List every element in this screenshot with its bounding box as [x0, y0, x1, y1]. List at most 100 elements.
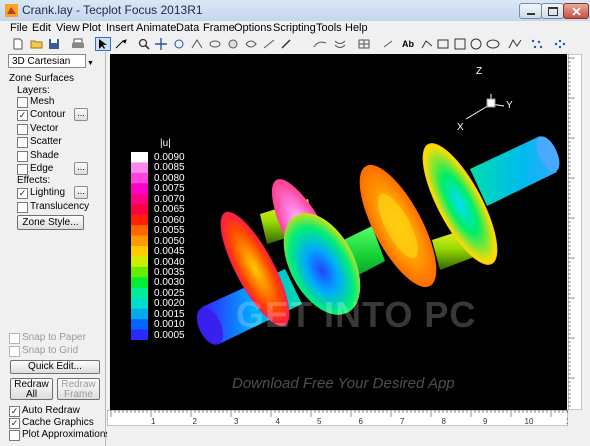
menu-help[interactable]: Help: [345, 22, 368, 34]
legend-level-label: 0.0030: [154, 277, 185, 289]
checkbox-box[interactable]: [17, 164, 28, 175]
checkbox-box[interactable]: [9, 333, 20, 344]
zoom-tool-button[interactable]: [137, 38, 151, 50]
checkbox-box[interactable]: [17, 97, 28, 108]
roller-ball-button[interactable]: [226, 38, 240, 50]
legend-level-label: 0.0040: [154, 256, 185, 268]
checkbox-label: Mesh: [30, 96, 55, 107]
layers-label: Layers:: [17, 85, 50, 96]
menu-view[interactable]: View: [56, 22, 80, 34]
legend-color-swatch: [131, 256, 148, 268]
probe-tool-button[interactable]: [280, 38, 294, 50]
slice-tool-button[interactable]: [262, 38, 276, 50]
spherical-rotate-icon: [209, 40, 221, 48]
redraw-frame-button[interactable]: Redraw Frame: [57, 378, 100, 400]
save-layout-button[interactable]: [47, 38, 61, 50]
legend-color-swatch: [131, 266, 148, 278]
checkbox-box[interactable]: [17, 202, 28, 213]
checkbox-box-checked[interactable]: ✓: [17, 110, 28, 121]
checkbox-label: Edge: [30, 163, 54, 174]
menu-options[interactable]: Options: [234, 22, 272, 34]
adjust-tool-button[interactable]: [114, 38, 128, 50]
plot-type-select[interactable]: 3D Cartesian ▼: [8, 54, 94, 68]
line-tool-button[interactable]: [420, 38, 434, 50]
legend-level-label: 0.0005: [154, 329, 185, 341]
legend-color-swatch: [131, 246, 148, 257]
rotate-icon: [174, 39, 184, 49]
ruler-tick-label: 10: [525, 417, 534, 426]
legend-color-swatch: [131, 235, 148, 247]
axis-y-label: Y: [506, 100, 513, 111]
zone-style-button[interactable]: Zone Style...: [17, 215, 84, 230]
translate-tool-button[interactable]: [154, 38, 168, 50]
legend-color-swatch: [131, 193, 148, 205]
roller-ball-icon: [228, 39, 238, 49]
new-layout-button[interactable]: [11, 38, 25, 50]
streamtrace-button[interactable]: [313, 38, 327, 50]
geometry-polyline-button[interactable]: [508, 38, 522, 50]
menu-animate[interactable]: Animate: [136, 22, 176, 34]
save-icon: [49, 39, 59, 49]
rotate-xyz-button[interactable]: [190, 38, 204, 50]
checkbox-box-checked[interactable]: ✓: [17, 188, 28, 199]
menu-edit[interactable]: Edit: [32, 22, 51, 34]
printer-icon: [72, 38, 84, 48]
close-icon: [571, 6, 581, 16]
zone-edit-button[interactable]: [381, 38, 395, 50]
rectangle-tool-button[interactable]: [436, 38, 450, 50]
contour-details-button[interactable]: ...: [74, 108, 88, 121]
mesh-tool-button[interactable]: [357, 38, 371, 50]
scatter-points-button[interactable]: [530, 38, 544, 50]
checkbox-box[interactable]: [17, 151, 28, 162]
legend-color-swatch: [131, 308, 148, 320]
menu-data[interactable]: Data: [176, 22, 199, 34]
minimize-button[interactable]: [519, 3, 542, 19]
twist-rotate-button[interactable]: [244, 38, 258, 50]
square-tool-button[interactable]: [453, 38, 467, 50]
legend-color-swatch: [131, 277, 148, 289]
checkbox-box[interactable]: [17, 137, 28, 148]
menu-scripting[interactable]: Scripting: [273, 22, 316, 34]
menu-plot[interactable]: Plot: [82, 22, 101, 34]
maximize-button[interactable]: [541, 3, 564, 19]
menu-insert[interactable]: Insert: [106, 22, 134, 34]
circle-tool-button[interactable]: [469, 38, 483, 50]
open-layout-button[interactable]: [30, 38, 44, 50]
checkbox-box-checked[interactable]: ✓: [9, 418, 20, 429]
lighting-details-button[interactable]: ...: [74, 186, 88, 199]
menu-tools[interactable]: Tools: [316, 22, 342, 34]
spherical-rotate-button[interactable]: [208, 38, 222, 50]
new-file-icon: [13, 38, 23, 50]
probe-icon: [281, 39, 291, 49]
twist-icon: [245, 40, 257, 48]
rotate-xyz-icon: [191, 39, 203, 49]
title-bar: Crank.lay - Tecplot Focus 2013R1: [0, 0, 590, 22]
rotate-tool-button[interactable]: [172, 38, 186, 50]
checkbox-box[interactable]: [9, 430, 20, 441]
ellipse-tool-button[interactable]: [486, 38, 500, 50]
redraw-all-button[interactable]: Redraw All: [10, 378, 53, 400]
legend-level-label: 0.0055: [154, 225, 185, 237]
checkbox-box-checked[interactable]: ✓: [9, 406, 20, 417]
quick-edit-button[interactable]: Quick Edit...: [10, 360, 100, 374]
edge-details-button[interactable]: ...: [74, 162, 88, 175]
checkbox-box[interactable]: [17, 124, 28, 135]
magnifier-icon: [138, 38, 150, 50]
print-button[interactable]: [71, 38, 85, 50]
extract-points-button[interactable]: [553, 38, 567, 50]
tecplot-app-icon[interactable]: [5, 4, 18, 17]
checkbox-label: Lighting: [30, 187, 66, 198]
close-button[interactable]: [563, 3, 589, 19]
select-tool-button[interactable]: [95, 37, 111, 51]
adjustor-icon: [115, 39, 127, 49]
legend-color-swatch: [131, 225, 148, 237]
contour-legend-colorbar[interactable]: [131, 152, 148, 340]
ruler-tick-label: 5: [317, 417, 322, 426]
menu-frame[interactable]: Frame: [203, 22, 235, 34]
checkbox-box[interactable]: [9, 346, 20, 357]
menu-file[interactable]: File: [10, 22, 28, 34]
contour-add-button[interactable]: [333, 38, 347, 50]
text-tool-button[interactable]: Ab: [402, 38, 416, 50]
legend-color-swatch: [131, 162, 148, 174]
checkbox-label: Scatter: [30, 136, 62, 147]
